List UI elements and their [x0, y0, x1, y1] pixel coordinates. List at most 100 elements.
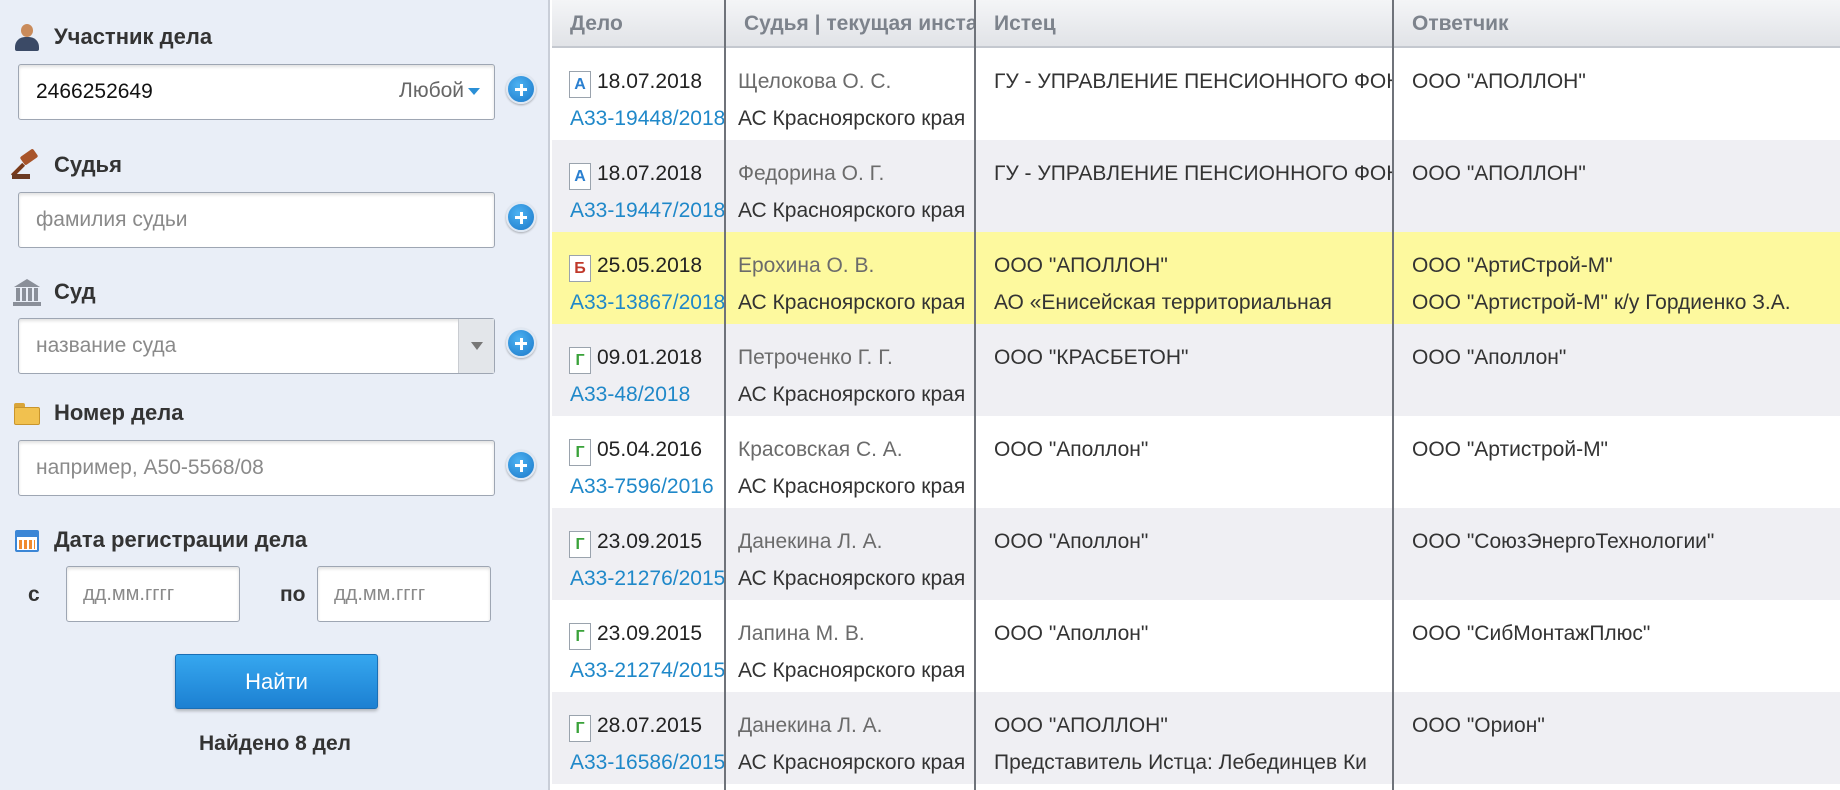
cell-delo: Г 09.01.2018 А33-48/2018 — [552, 324, 724, 416]
column-divider[interactable] — [724, 0, 726, 790]
court-name: АС Красноярского края — [738, 475, 966, 498]
column-divider[interactable] — [974, 0, 976, 790]
case-number-link[interactable]: А33-48/2018 — [570, 383, 690, 407]
court-name: АС Красноярского края — [738, 659, 966, 682]
judge-name: Данекина Л. А. — [738, 530, 883, 553]
defendant-name: ООО "СоюзЭнергоТехнологии" — [1412, 530, 1715, 553]
court-label: Суд — [54, 279, 96, 304]
date-from-label: с — [28, 583, 40, 606]
case-number-link[interactable]: А33-21274/2015 — [570, 659, 724, 683]
document-type-icon: Г — [569, 623, 591, 650]
table-row[interactable]: Г 23.09.2015 А33-21274/2015 Лапина М. В. АС … — [552, 600, 1840, 692]
case-date: 23.09.2015 — [597, 622, 703, 645]
cell-judge: Красовская С. А. АС Красноярского края — [726, 416, 974, 508]
cell-judge: Данекина Л. А. АС Красноярского края — [726, 692, 974, 784]
judge-name: Петроченко Г. Г. — [738, 346, 893, 369]
cell-delo: А 18.07.2018 А33-19447/2018 — [552, 140, 724, 232]
court-name: АС Красноярского края — [738, 751, 966, 774]
case-date: 28.07.2015 — [597, 714, 703, 737]
defendant-name: ООО "Аполлон" — [1412, 346, 1567, 369]
case-number-link[interactable]: А33-7596/2016 — [570, 475, 714, 499]
cell-plaintiff: ГУ - УПРАВЛЕНИЕ ПЕНСИОННОГО ФОНДА — [976, 48, 1392, 140]
cell-delo: А 18.07.2018 А33-19448/2018 — [552, 48, 724, 140]
search-sidebar: Участник дела 2466252649 Любой Судья фам… — [0, 0, 550, 790]
court-name: АС Красноярского края — [738, 291, 966, 314]
judge-name: Красовская С. А. — [738, 438, 903, 461]
case-number-link[interactable]: А33-21276/2015 — [570, 567, 724, 591]
judge-input[interactable]: фамилия судьи — [18, 192, 495, 248]
find-button[interactable]: Найти — [175, 654, 378, 709]
table-row[interactable]: Г 28.07.2015 А33-16586/2015 Данекина Л. А. А… — [552, 692, 1840, 784]
column-divider[interactable] — [1392, 0, 1394, 790]
court-name: АС Красноярского края — [738, 199, 966, 222]
plaintiff-name: ООО "АПОЛЛОН" — [994, 714, 1168, 737]
table-row[interactable]: Г 23.09.2015 А33-21276/2015 Данекина Л. А. А… — [552, 508, 1840, 600]
court-dropdown-button[interactable] — [458, 319, 494, 373]
cell-delo: Г 23.09.2015 А33-21276/2015 — [552, 508, 724, 600]
found-count: Найдено 8 дел — [199, 732, 351, 755]
add-court-button[interactable] — [506, 328, 536, 358]
court-select[interactable]: название суда — [18, 318, 495, 374]
cell-plaintiff: ГУ - УПРАВЛЕНИЕ ПЕНСИОННОГО ФОНДА — [976, 140, 1392, 232]
plaintiff-name-secondary: АО «Енисейская территориальная — [994, 291, 1332, 314]
date-from-placeholder: дд.мм.гггг — [83, 582, 175, 605]
defendant-name: ООО "АПОЛЛОН" — [1412, 162, 1586, 185]
case-number-link[interactable]: А33-19447/2018 — [570, 199, 724, 223]
table-row[interactable]: А 18.07.2018 А33-19448/2018 Щелокова О. С. А… — [552, 48, 1840, 140]
table-header: Дело Судья | текущая инстанция Истец Отв… — [552, 0, 1840, 48]
case-number-link[interactable]: А33-16586/2015 — [570, 751, 724, 775]
date-from-input[interactable]: дд.мм.гггг — [66, 566, 240, 622]
court-header: Суд — [12, 277, 96, 307]
gavel-icon — [10, 148, 42, 180]
case-date: 25.05.2018 — [597, 254, 703, 277]
cell-judge: Петроченко Г. Г. АС Красноярского края — [726, 324, 974, 416]
header-judge[interactable]: Судья | текущая инстанция — [726, 0, 974, 48]
cell-judge: Данекина Л. А. АС Красноярского края — [726, 508, 974, 600]
case-number-link[interactable]: А33-19448/2018 — [570, 107, 724, 131]
plaintiff-name: ООО "Аполлон" — [994, 530, 1149, 553]
court-name: АС Красноярского края — [738, 567, 966, 590]
cell-plaintiff: ООО "Аполлон" — [976, 508, 1392, 600]
cell-delo: Г 05.04.2016 А33-7596/2016 — [552, 416, 724, 508]
table-row[interactable]: Г 05.04.2016 А33-7596/2016 Красовская С. А.… — [552, 416, 1840, 508]
cell-defendant: ООО "Аполлон" — [1394, 324, 1840, 416]
plaintiff-name: ООО "АПОЛЛОН" — [994, 254, 1168, 277]
document-type-icon: А — [569, 163, 591, 190]
header-plaintiff[interactable]: Истец — [976, 0, 1392, 48]
case-number-link[interactable]: А33-13867/2018 — [570, 291, 724, 315]
case-number-label: Номер дела — [54, 400, 184, 425]
document-type-icon: Г — [569, 531, 591, 558]
courthouse-icon — [12, 277, 42, 307]
calendar-icon — [12, 525, 42, 555]
participant-header: Участник дела — [12, 22, 212, 52]
table-row[interactable]: Б 25.05.2018 А33-13867/2018 Ерохина О. В. АС… — [552, 232, 1840, 324]
document-type-icon: Г — [569, 439, 591, 466]
add-case-number-button[interactable] — [506, 450, 536, 480]
table-row[interactable]: А 18.07.2018 А33-19447/2018 Федорина О. Г. А… — [552, 140, 1840, 232]
case-date: 05.04.2016 — [597, 438, 703, 461]
case-date: 09.01.2018 — [597, 346, 703, 369]
cell-judge: Ерохина О. В. АС Красноярского края — [726, 232, 974, 324]
header-defendant[interactable]: Ответчик — [1394, 0, 1840, 48]
case-date: 23.09.2015 — [597, 530, 703, 553]
reg-date-label: Дата регистрации дела — [54, 527, 308, 552]
participant-mode-select[interactable]: Любой — [399, 79, 480, 103]
header-delo[interactable]: Дело — [552, 0, 724, 48]
cell-defendant: ООО "АПОЛЛОН" — [1394, 140, 1840, 232]
add-judge-button[interactable] — [506, 202, 536, 232]
date-to-input[interactable]: дд.мм.гггг — [317, 566, 491, 622]
judge-name: Щелокова О. С. — [738, 70, 892, 93]
cell-defendant: ООО "СоюзЭнергоТехнологии" — [1394, 508, 1840, 600]
cell-plaintiff: ООО "Аполлон" — [976, 600, 1392, 692]
judge-name: Данекина Л. А. — [738, 714, 883, 737]
add-participant-button[interactable] — [506, 74, 536, 104]
participant-mode-value: Любой — [399, 79, 464, 102]
participant-input[interactable]: 2466252649 Любой — [18, 64, 495, 120]
case-number-input[interactable]: например, А50-5568/08 — [18, 440, 495, 496]
table-row[interactable]: Г 09.01.2018 А33-48/2018 Петроченко Г. Г. АС… — [552, 324, 1840, 416]
plaintiff-name: ООО "КРАСБЕТОН" — [994, 346, 1189, 369]
document-type-icon: Г — [569, 715, 591, 742]
cell-delo: Г 23.09.2015 А33-21274/2015 — [552, 600, 724, 692]
plaintiff-name: ООО "Аполлон" — [994, 438, 1149, 461]
cell-judge: Федорина О. Г. АС Красноярского края — [726, 140, 974, 232]
